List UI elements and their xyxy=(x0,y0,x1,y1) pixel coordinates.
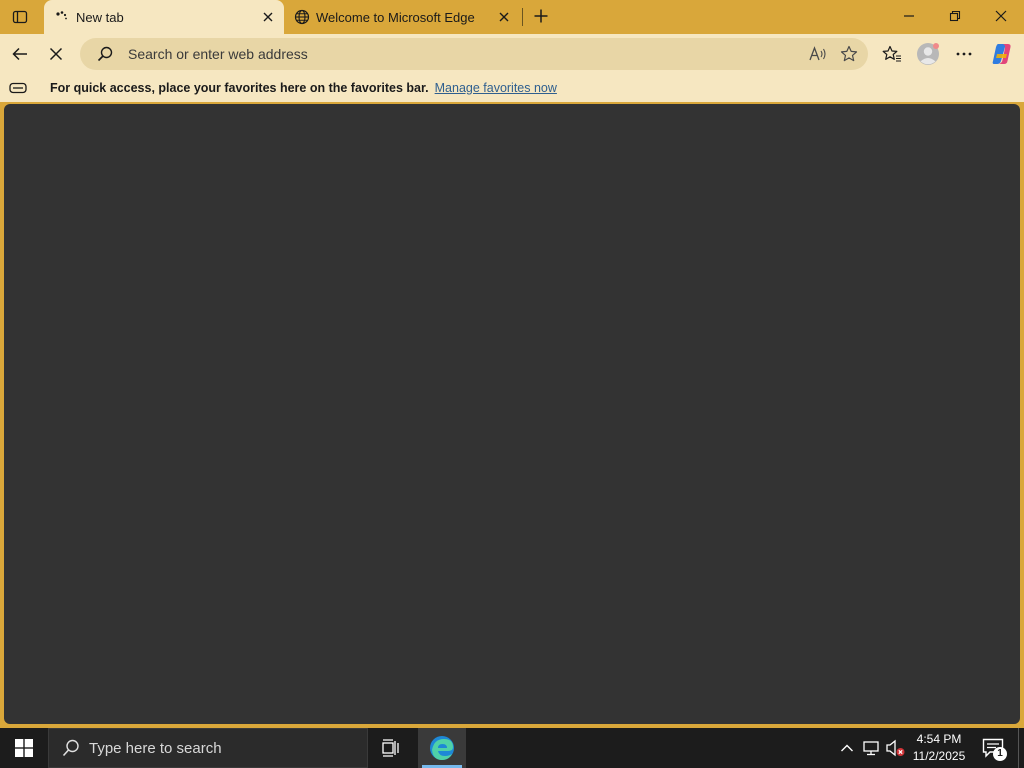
favorites-bar-icon xyxy=(8,80,28,96)
minimize-icon xyxy=(904,15,914,17)
search-icon xyxy=(96,45,114,63)
minimize-button[interactable] xyxy=(886,0,932,32)
profile-button[interactable] xyxy=(912,38,944,70)
read-aloud-button[interactable] xyxy=(807,43,829,65)
address-bar[interactable] xyxy=(80,38,868,70)
notification-count-badge: 1 xyxy=(993,747,1007,761)
close-window-button[interactable] xyxy=(978,0,1024,32)
volume-muted-icon xyxy=(886,739,905,757)
restore-icon xyxy=(949,10,961,22)
start-button[interactable] xyxy=(0,728,48,768)
tab-close-button[interactable] xyxy=(494,7,514,27)
volume-button[interactable] xyxy=(884,738,906,758)
action-center-button[interactable]: 1 xyxy=(980,736,1007,761)
clock-date: 11/2/2025 xyxy=(912,749,966,763)
network-icon xyxy=(863,741,879,756)
close-icon xyxy=(263,12,273,22)
star-icon xyxy=(840,45,858,62)
taskbar-clock[interactable]: 4:54 PM 11/2/2025 xyxy=(906,731,972,765)
tab-strip: New tab Welcome to Microsoft Edge xyxy=(0,0,1024,34)
tab-close-button[interactable] xyxy=(258,7,278,27)
copilot-button[interactable] xyxy=(986,38,1018,70)
tab-actions-icon xyxy=(12,10,28,24)
globe-icon xyxy=(294,9,310,25)
back-button[interactable] xyxy=(4,38,36,70)
task-view-icon xyxy=(382,739,399,757)
navigation-toolbar xyxy=(0,34,1024,74)
close-icon xyxy=(499,12,509,22)
network-button[interactable] xyxy=(860,738,882,758)
page-content[interactable] xyxy=(4,104,1020,724)
show-desktop-button[interactable] xyxy=(1018,728,1024,768)
chevron-up-icon xyxy=(841,744,853,752)
stop-loading-button[interactable] xyxy=(40,38,72,70)
address-input[interactable] xyxy=(128,46,768,62)
tab-title: New tab xyxy=(76,9,124,25)
tab-actions-button[interactable] xyxy=(4,3,36,31)
more-icon xyxy=(956,52,972,56)
favorites-bar: For quick access, place your favorites h… xyxy=(0,74,1024,102)
avatar-icon xyxy=(917,43,939,65)
search-icon xyxy=(61,738,81,758)
close-icon xyxy=(995,10,1007,22)
copilot-icon xyxy=(992,44,1011,64)
taskbar-edge-button[interactable] xyxy=(418,728,466,768)
tab-welcome-edge[interactable]: Welcome to Microsoft Edge xyxy=(284,0,520,34)
favorites-icon xyxy=(882,45,901,62)
favorites-bar-message: For quick access, place your favorites h… xyxy=(50,81,429,95)
show-hidden-icons-button[interactable] xyxy=(836,738,858,758)
task-view-button[interactable] xyxy=(370,728,414,768)
windows-icon xyxy=(15,739,33,757)
taskbar-search-box[interactable]: Type here to search xyxy=(48,728,368,768)
tab-new-tab[interactable]: New tab xyxy=(44,0,284,34)
loading-icon xyxy=(54,9,70,25)
new-tab-button[interactable] xyxy=(528,3,554,29)
plus-icon xyxy=(534,9,548,23)
taskbar-search-placeholder: Type here to search xyxy=(89,739,222,757)
tab-separator xyxy=(522,8,523,26)
taskbar: Type here to search 4:54 PM 11/2/2025 1 xyxy=(0,728,1024,768)
tab-title: Welcome to Microsoft Edge xyxy=(316,9,475,25)
manage-favorites-link[interactable]: Manage favorites now xyxy=(435,81,557,95)
settings-more-button[interactable] xyxy=(948,38,980,70)
favorites-button[interactable] xyxy=(876,38,908,70)
stop-icon xyxy=(49,47,63,61)
edge-icon xyxy=(430,736,454,760)
read-aloud-icon xyxy=(809,46,826,61)
back-arrow-icon xyxy=(12,47,27,61)
clock-time: 4:54 PM xyxy=(916,732,962,746)
restore-button[interactable] xyxy=(932,0,978,32)
add-favorite-button[interactable] xyxy=(838,43,860,65)
